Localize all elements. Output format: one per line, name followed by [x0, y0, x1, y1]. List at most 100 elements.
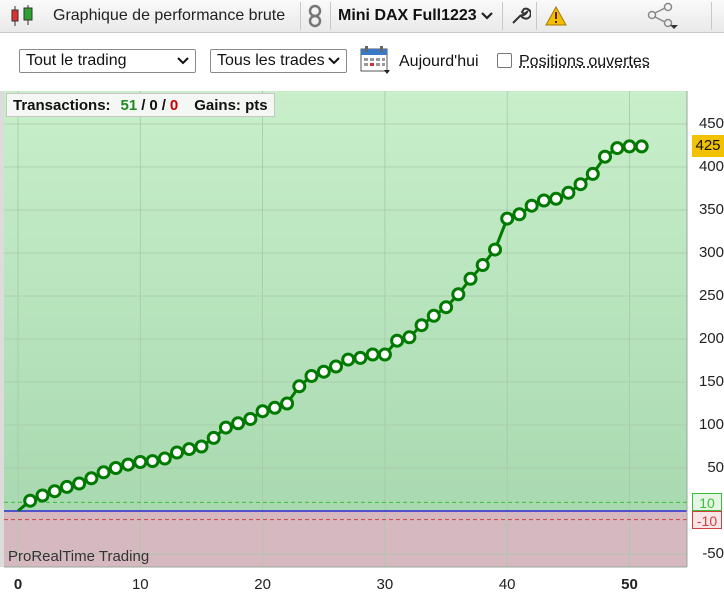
- y-tick-label: 100: [688, 416, 724, 433]
- y-tick-label: 300: [688, 244, 724, 261]
- trade-point: [135, 457, 146, 468]
- calendar-icon[interactable]: [360, 45, 392, 80]
- transactions-label: Transactions:: [13, 97, 111, 114]
- trade-point: [147, 456, 158, 467]
- trades-filter-value: Tous les trades: [217, 52, 325, 70]
- trade-point: [245, 414, 256, 425]
- trade-point: [490, 244, 501, 255]
- y-tick-label: 200: [688, 330, 724, 347]
- trade-point: [428, 310, 439, 321]
- open-positions-checkbox[interactable]: [497, 53, 512, 68]
- trade-point: [98, 467, 109, 478]
- trade-point: [514, 209, 525, 220]
- trade-point: [110, 463, 121, 474]
- trade-point: [465, 273, 476, 284]
- trade-point: [184, 444, 195, 455]
- open-positions-label[interactable]: Positions ouvertes: [519, 53, 650, 71]
- trade-point: [551, 193, 562, 204]
- toolbar-divider: [711, 2, 712, 30]
- x-tick-label: 0: [3, 576, 33, 593]
- share-icon[interactable]: [646, 0, 680, 32]
- warning-icon[interactable]: [545, 0, 567, 32]
- trade-point: [172, 447, 183, 458]
- trade-point: [86, 473, 97, 484]
- x-tick-label: 50: [615, 576, 645, 593]
- toolbar-divider: [330, 2, 331, 30]
- y-tick-label: 50: [688, 459, 724, 476]
- x-tick-label: 10: [125, 576, 155, 593]
- total-trades-count: 51: [121, 97, 138, 114]
- trade-point: [306, 371, 317, 382]
- chevron-down-icon: [328, 54, 340, 73]
- trade-point: [37, 490, 48, 501]
- candlestick-icon[interactable]: [8, 0, 38, 32]
- transactions-legend: Transactions: 51 / 0 / 0 Gains: pts: [6, 93, 275, 117]
- chevron-down-icon[interactable]: [481, 0, 493, 32]
- x-tick-label: 40: [492, 576, 522, 593]
- toolbar-divider: [502, 2, 503, 30]
- legend-separator: /: [162, 97, 166, 114]
- trade-point: [587, 168, 598, 179]
- trades-filter-select[interactable]: Tous les trades: [210, 49, 347, 73]
- trade-point: [477, 260, 488, 271]
- trade-point: [416, 320, 427, 331]
- trade-point: [367, 349, 378, 360]
- date-range-label[interactable]: Aujourd'hui: [399, 53, 479, 71]
- trade-point: [636, 141, 647, 152]
- watermark: ProRealTime Trading: [8, 548, 149, 565]
- trade-point: [453, 289, 464, 300]
- trade-point: [74, 478, 85, 489]
- current-value-badge: 425: [692, 135, 724, 157]
- trade-point: [257, 406, 268, 417]
- trade-point: [159, 453, 170, 464]
- trade-point: [318, 366, 329, 377]
- trade-point: [575, 179, 586, 190]
- trade-point: [331, 361, 342, 372]
- y-tick-label: 400: [688, 158, 724, 175]
- positive-zone: [4, 91, 687, 511]
- trade-point: [612, 143, 623, 154]
- trade-point: [502, 213, 513, 224]
- y-tick-label: 250: [688, 287, 724, 304]
- title-bar: Graphique de performance brute Mini DAX …: [0, 0, 724, 33]
- trade-point: [25, 495, 36, 506]
- trading-scope-select[interactable]: Tout le trading: [19, 49, 196, 73]
- trade-point: [404, 332, 415, 343]
- trade-point: [282, 398, 293, 409]
- x-tick-label: 20: [248, 576, 278, 593]
- trade-point: [526, 200, 537, 211]
- trade-point: [600, 151, 611, 162]
- trade-point: [624, 141, 635, 152]
- trade-point: [49, 486, 60, 497]
- trading-scope-value: Tout le trading: [26, 52, 127, 70]
- trade-point: [563, 187, 574, 198]
- performance-chart[interactable]: [0, 91, 724, 592]
- trade-point: [538, 195, 549, 206]
- trade-point: [294, 381, 305, 392]
- trade-point: [233, 418, 244, 429]
- y-tick-label: -50: [688, 545, 724, 562]
- trade-point: [220, 422, 231, 433]
- trade-point: [392, 335, 403, 346]
- instrument-name[interactable]: Mini DAX Full1223: [338, 0, 477, 32]
- trade-point: [343, 354, 354, 365]
- chevron-down-icon: [177, 54, 189, 73]
- trade-point: [441, 302, 452, 313]
- trade-point: [269, 402, 280, 413]
- wrench-icon[interactable]: [509, 0, 531, 32]
- lower-threshold-badge: -10: [692, 511, 722, 529]
- neutral-trades-count: 0: [149, 97, 157, 114]
- link-icon[interactable]: [306, 0, 324, 32]
- upper-threshold-badge: 10: [692, 493, 722, 511]
- toolbar-divider: [300, 2, 301, 30]
- trade-point: [208, 432, 219, 443]
- y-tick-label: 150: [688, 373, 724, 390]
- losing-trades-count: 0: [170, 97, 178, 114]
- legend-separator: /: [141, 97, 145, 114]
- trade-point: [61, 481, 72, 492]
- trade-point: [355, 352, 366, 363]
- toolbar-divider: [536, 2, 537, 30]
- y-tick-label: 350: [688, 201, 724, 218]
- trade-point: [123, 459, 134, 470]
- trade-point: [379, 349, 390, 360]
